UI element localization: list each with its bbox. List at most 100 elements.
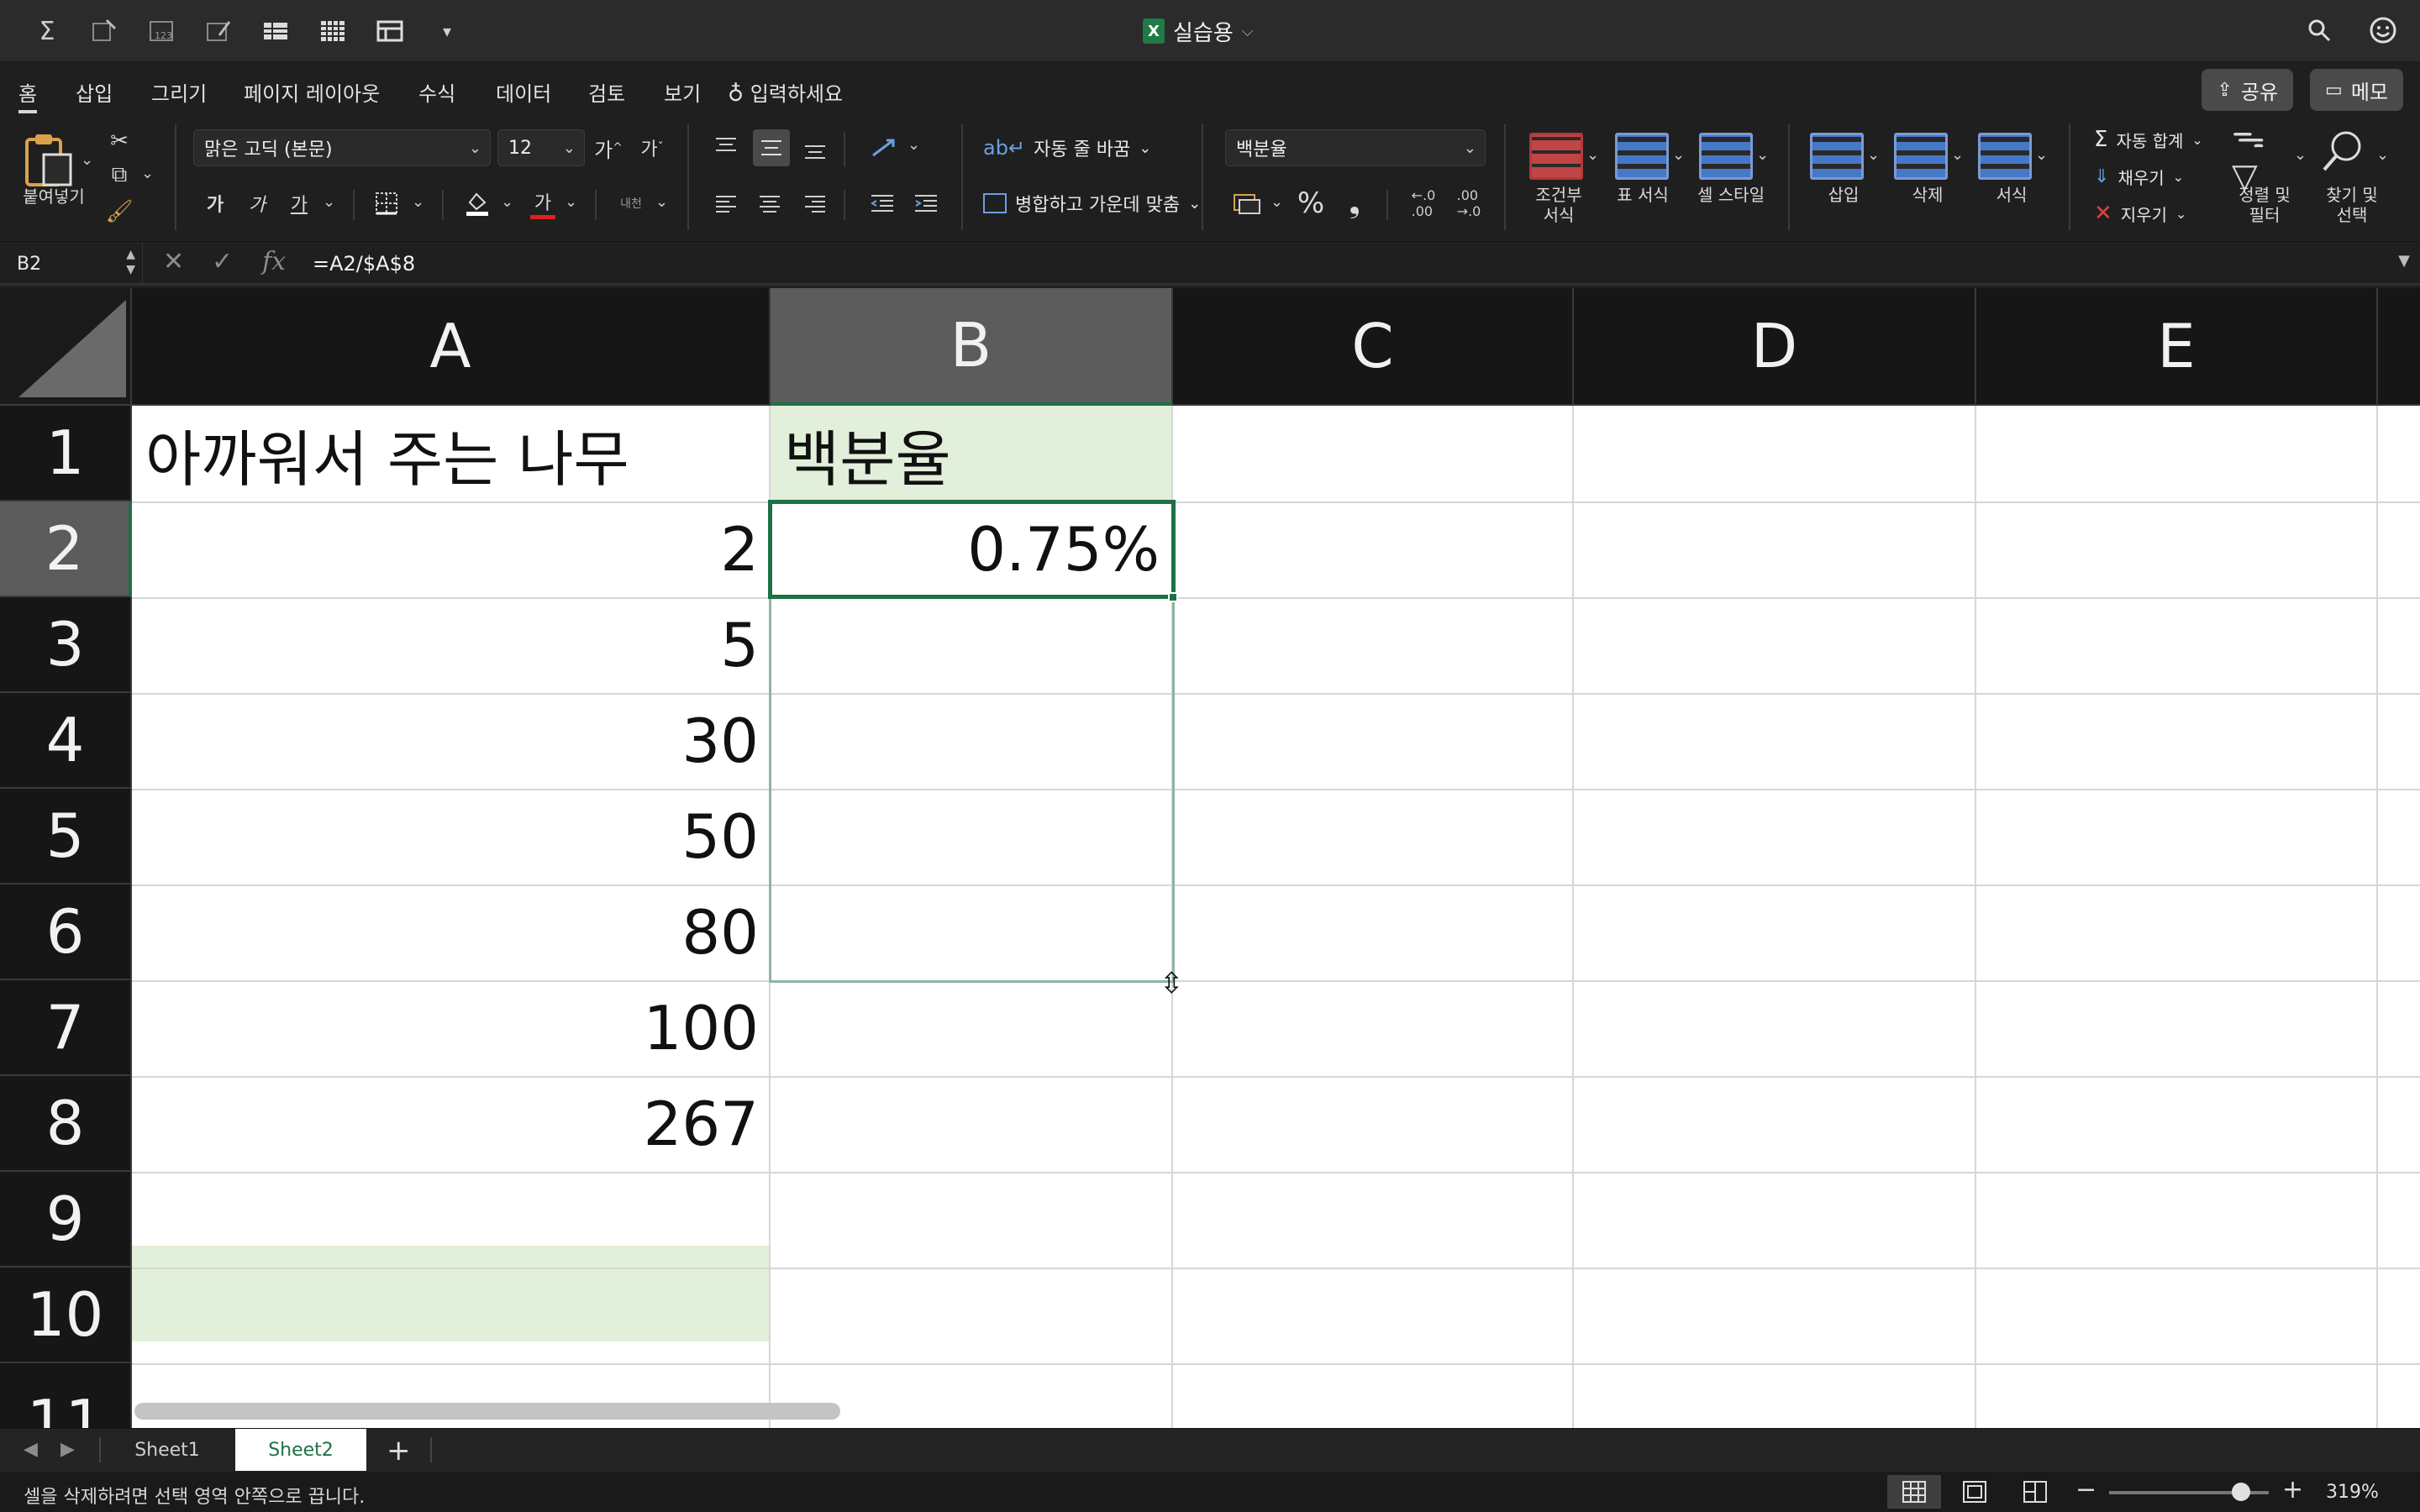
comments-button[interactable]: ▭ 메모	[2310, 69, 2403, 111]
number-format-dropdown[interactable]: 백분율 ⌄	[1225, 129, 1486, 166]
add-sheet-icon[interactable]: +	[387, 1434, 411, 1467]
accounting-format-icon[interactable]	[1228, 186, 1267, 220]
tell-me-search[interactable]: ♁ 입력하세요	[728, 74, 843, 110]
normal-view-icon[interactable]	[1887, 1475, 1941, 1509]
fill-color-chevron-icon[interactable]: ⌄	[501, 193, 513, 211]
format-cells-icon[interactable]	[1978, 133, 2032, 180]
zoom-slider-handle[interactable]	[2232, 1483, 2250, 1501]
insert-cells-label[interactable]: 삽입	[1810, 185, 1877, 205]
freeze-icon[interactable]	[373, 14, 407, 48]
next-sheet-icon[interactable]: ▶	[60, 1439, 75, 1460]
find-select-icon[interactable]	[2317, 126, 2368, 176]
sort-filter-icon[interactable]: ᯓ▽	[2232, 117, 2291, 196]
cell-A5[interactable]: 50	[132, 789, 771, 885]
column-header-C[interactable]: C	[1173, 288, 1574, 406]
document-title[interactable]: X 실습용 ⌵	[1143, 0, 1253, 62]
page-break-view-icon[interactable]	[2008, 1475, 2062, 1509]
phonetic-chevron-icon[interactable]: ⌄	[655, 193, 668, 211]
zoom-level[interactable]: 319%	[2326, 1482, 2379, 1503]
insert-cells-chevron-icon[interactable]: ⌄	[1867, 146, 1880, 164]
select-all-corner[interactable]	[0, 288, 132, 406]
format-as-table-label[interactable]: 표 서식	[1605, 185, 1681, 205]
page-layout-view-icon[interactable]	[1948, 1475, 2002, 1509]
font-color-chevron-icon[interactable]: ⌄	[565, 193, 577, 211]
search-icon[interactable]	[2302, 13, 2336, 47]
smiley-feedback-icon[interactable]	[2366, 13, 2400, 47]
format-cells-label[interactable]: 서식	[1978, 185, 2045, 205]
cell-styles-icon[interactable]	[1699, 133, 1753, 180]
delete-cells-icon[interactable]	[1894, 133, 1948, 180]
cell-styles-chevron-icon[interactable]: ⌄	[1756, 146, 1769, 164]
comma-style-button[interactable]: ❟	[1339, 186, 1370, 220]
cancel-icon[interactable]: ✕	[163, 247, 184, 276]
increase-decimal-icon[interactable]: ←.0.00	[1405, 186, 1442, 220]
merge-center-button[interactable]: 병합하고 가운데 맞춤 ⌄	[983, 188, 1201, 218]
format-as-table-icon[interactable]	[1615, 133, 1669, 180]
clear-button[interactable]: ✕ 지우기 ⌄	[2094, 198, 2186, 228]
cell-A7[interactable]: 100	[132, 980, 771, 1076]
paste-dropdown-chevron-icon[interactable]: ⌄	[81, 151, 93, 169]
align-left-icon[interactable]	[709, 186, 743, 220]
column-header-A[interactable]: A	[132, 288, 771, 406]
more-icon[interactable]: ▾	[430, 14, 464, 48]
align-right-icon[interactable]	[798, 186, 832, 220]
increase-indent-icon[interactable]	[909, 186, 943, 220]
sheet-tab-sheet1[interactable]: Sheet1	[104, 1429, 230, 1471]
row-header-3[interactable]: 3	[0, 597, 132, 693]
table-icon[interactable]	[259, 14, 292, 48]
number-format-icon[interactable]: 123	[145, 14, 178, 48]
delete-cells-label[interactable]: 삭제	[1894, 185, 1961, 205]
cell-styles-label[interactable]: 셀 스타일	[1689, 185, 1773, 205]
column-header-E[interactable]: E	[1976, 288, 2378, 406]
row-header-2[interactable]: 2	[0, 501, 132, 597]
expand-formula-chevron-icon[interactable]: ▼	[2398, 252, 2410, 270]
borders-chevron-icon[interactable]: ⌄	[412, 193, 424, 211]
column-header-B[interactable]: B	[771, 288, 1173, 406]
format-painter-icon[interactable]: 🖌	[104, 197, 134, 227]
row-header-1[interactable]: 1	[0, 406, 132, 501]
row-header-10[interactable]: 10	[0, 1268, 132, 1363]
zoom-out-icon[interactable]: −	[2075, 1475, 2096, 1504]
row-header-7[interactable]: 7	[0, 980, 132, 1076]
underline-chevron-icon[interactable]: ⌄	[323, 193, 335, 211]
grow-font-button[interactable]: 가 ^	[592, 131, 625, 165]
cell-A6[interactable]: 80	[132, 885, 771, 980]
autosum-button[interactable]: Σ 자동 합계 ⌄	[2094, 124, 2203, 155]
cell-B1[interactable]: 백분율	[771, 406, 1171, 501]
cell-A2[interactable]: 2	[132, 501, 771, 597]
italic-button[interactable]: 가	[242, 186, 272, 220]
grid-icon[interactable]	[316, 14, 350, 48]
tab-page-layout[interactable]: 페이지 레이아웃	[244, 74, 380, 110]
share-button[interactable]: ⇪ 공유	[2202, 69, 2294, 111]
align-top-icon[interactable]	[709, 129, 743, 163]
zoom-in-icon[interactable]: +	[2282, 1475, 2303, 1504]
copy-dropdown-chevron-icon[interactable]: ⌄	[141, 165, 154, 182]
format-as-table-chevron-icon[interactable]: ⌄	[1672, 146, 1685, 164]
find-select-chevron-icon[interactable]: ⌄	[2376, 146, 2389, 164]
column-header-F[interactable]	[2378, 288, 2420, 406]
copy-icon[interactable]: ⧉	[103, 160, 136, 190]
active-cell-outline[interactable]	[768, 500, 1176, 599]
style-icon[interactable]	[202, 14, 235, 48]
worksheet-grid[interactable]: A B C D E 1 2 3 4 5 6 7 8 9 10 11 아까워서 주…	[0, 288, 2420, 1428]
sheet-tab-sheet2[interactable]: Sheet2	[235, 1429, 366, 1471]
paste-button[interactable]	[22, 131, 76, 190]
tab-insert[interactable]: 삽입	[76, 74, 113, 110]
align-bottom-icon[interactable]	[798, 133, 832, 166]
fill-color-icon[interactable]	[460, 186, 494, 220]
align-center-icon[interactable]	[753, 186, 786, 220]
conditional-formatting-chevron-icon[interactable]: ⌄	[1586, 146, 1599, 164]
insert-function-fx-icon[interactable]: fx	[262, 247, 286, 276]
sort-filter-chevron-icon[interactable]: ⌄	[2294, 146, 2307, 164]
wrap-text-button[interactable]: ab↵ 자동 줄 바꿈 ⌄	[983, 133, 1151, 163]
row-header-9[interactable]: 9	[0, 1172, 132, 1268]
tab-formulas[interactable]: 수식	[418, 74, 455, 110]
fill-handle[interactable]	[1168, 592, 1178, 602]
horizontal-scrollbar[interactable]	[134, 1403, 840, 1420]
phonetic-guide-button[interactable]: 내천	[612, 186, 650, 220]
conditional-formatting-label[interactable]: 조건부 서식	[1521, 185, 1597, 225]
prev-sheet-icon[interactable]: ◀	[24, 1439, 38, 1460]
cell-A3[interactable]: 5	[132, 597, 771, 693]
tab-view[interactable]: 보기	[664, 74, 701, 110]
column-header-D[interactable]: D	[1574, 288, 1976, 406]
